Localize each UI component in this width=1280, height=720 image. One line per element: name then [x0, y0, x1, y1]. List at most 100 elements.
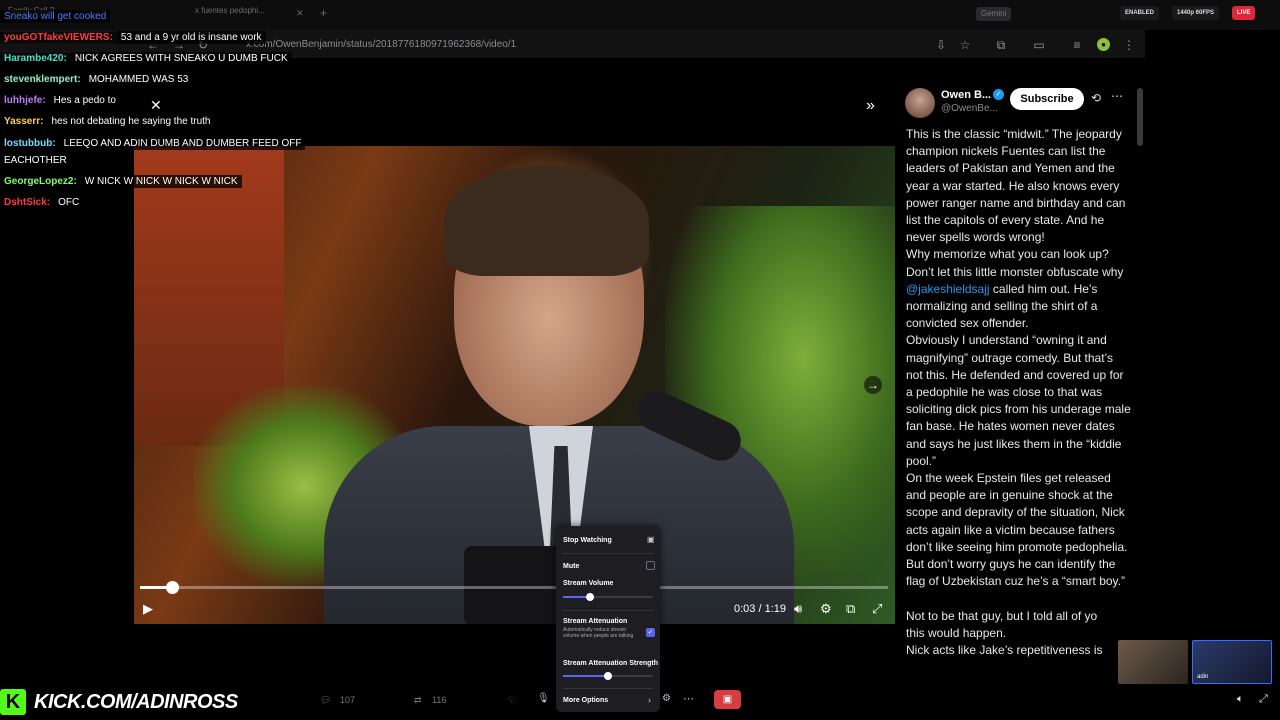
chat-username[interactable]: DshtSick:: [0, 197, 55, 208]
chat-message: GeorgeLopez2: W NICK W NICK W NICK W NICK: [0, 173, 242, 191]
browser-menu-icon[interactable]: ⋮: [1122, 38, 1136, 52]
stream-volume-knob[interactable]: [586, 593, 594, 601]
chat-message-text: 53 and a 9 yr old is insane work: [116, 31, 266, 44]
bookmark-star-icon[interactable]: ☆: [958, 38, 972, 52]
speaker-icon[interactable]: 🔈︎: [1237, 693, 1244, 706]
stream-attenuation-description: Automatically reduce stream volume when …: [563, 627, 634, 639]
chat-username[interactable]: stevenklempert:: [0, 74, 85, 85]
stream-context-menu: Stop Watching ▣ Mute Stream Volume Strea…: [556, 526, 660, 712]
stop-stream-icon: ▣: [647, 535, 655, 544]
chevron-right-icon: ›: [648, 695, 651, 705]
webcam-label: adin: [1197, 674, 1209, 680]
more-icon[interactable]: ⋯: [683, 692, 694, 705]
chat-username[interactable]: Yasserr:: [0, 116, 48, 127]
extensions-icon[interactable]: ⧉: [994, 38, 1008, 52]
chat-message-text: Sneako will get cooked: [0, 10, 111, 23]
chat-message: youGOTfakeVIEWERS: 53 and a 9 yr old is i…: [0, 29, 266, 47]
cast-icon[interactable]: ▭: [1032, 38, 1046, 52]
end-stream-button[interactable]: ▣: [714, 690, 741, 709]
repost-count: 116: [432, 695, 447, 705]
mention-link[interactable]: @jakeshieldsajj: [906, 282, 990, 296]
chat-message-text: hes not debating he saying the truth: [47, 115, 215, 128]
verified-badge-icon: ✓: [993, 89, 1004, 100]
chat-message: DshtSick: OFC: [0, 194, 84, 212]
chat-username[interactable]: Harambe420:: [0, 53, 71, 64]
attenuation-strength-knob[interactable]: [604, 672, 612, 680]
mute-checkbox[interactable]: [646, 561, 655, 570]
install-app-icon[interactable]: ⇩: [934, 38, 948, 52]
webcam-thumbnail-1[interactable]: [1118, 640, 1188, 684]
stop-watching-item[interactable]: Stop Watching: [563, 537, 612, 544]
kick-url-text: KICK.COM/ADINROSS: [30, 690, 242, 714]
more-options-item[interactable]: More Options: [563, 697, 608, 704]
chat-message-text: LEEQO AND ADIN DUMB AND DUMBER FEED OFF: [59, 137, 306, 150]
webcam-thumbnail-2[interactable]: adin: [1192, 640, 1272, 684]
tweet-panel: Owen B... ✓ @OwenBe... Subscribe ⟲ ⋯ Thi…: [895, 86, 1145, 720]
media-control-icon[interactable]: ≡: [1070, 38, 1084, 52]
chat-message-text: W NICK W NICK W NICK W NICK: [80, 175, 242, 188]
expand-sidebar-icon[interactable]: »: [866, 97, 875, 115]
chat-message-text: EACHOTHER: [0, 154, 71, 167]
grok-icon[interactable]: ⟲: [1091, 91, 1101, 105]
volume-icon[interactable]: 🔊︎: [794, 601, 802, 617]
mug: [464, 546, 564, 624]
chat-message-text: MOHAMMED WAS 53: [84, 73, 193, 86]
fullscreen-icon[interactable]: ⤢: [872, 601, 882, 617]
close-tab-icon[interactable]: ✕: [296, 8, 304, 19]
status-quality-badge: 1440p 60FPS: [1172, 6, 1220, 20]
tweet-text: This is the classic “midwit.” The jeopar…: [906, 127, 1131, 658]
video-time: 0:03 / 1:19: [734, 603, 786, 615]
chat-message: stevenklempert: MOHAMMED WAS 53: [0, 71, 193, 89]
chat-message-text: Hes a pedo to: [49, 94, 120, 107]
attenuation-strength-label: Stream Attenuation Strength: [563, 660, 659, 667]
author-avatar[interactable]: [905, 88, 935, 118]
stream-attenuation-item[interactable]: Stream Attenuation: [563, 618, 627, 625]
attenuation-strength-slider[interactable]: [563, 672, 653, 680]
stream-volume-slider[interactable]: [563, 593, 653, 601]
chat-message: luhhjefe: Hes a pedo to: [0, 92, 120, 110]
status-enabled-badge: ENABLED: [1120, 6, 1160, 20]
stream-volume-label: Stream Volume: [563, 580, 614, 587]
subscribe-button[interactable]: Subscribe: [1010, 88, 1084, 110]
page-scrollbar[interactable]: [1137, 88, 1143, 146]
browser-tab-active[interactable]: x fuentes pedophi...: [195, 6, 265, 24]
profile-avatar-icon[interactable]: ●: [1097, 38, 1110, 51]
url-field[interactable]: x.com/OwenBenjamin/status/20187761809719…: [246, 39, 516, 50]
browser-tab-bar: Family Call 2 x fuentes pedophi... ✕ + G…: [0, 0, 1280, 30]
chat-username[interactable]: lostubbub:: [0, 138, 60, 149]
more-icon[interactable]: ⋯: [1111, 89, 1123, 103]
reply-icon[interactable]: 💬︎: [320, 695, 331, 706]
chat-message: Harambe420: NICK AGREES WITH SNEAKO U DUM…: [0, 50, 292, 68]
reply-count: 107: [340, 695, 356, 705]
gemini-button[interactable]: Gemini: [976, 7, 1012, 21]
video-progress-bar[interactable]: [140, 581, 888, 594]
author-handle[interactable]: @OwenBe...: [941, 103, 998, 114]
microphone-icon[interactable]: 🎙︎: [537, 693, 550, 704]
mute-item[interactable]: Mute: [563, 563, 579, 570]
pip-icon[interactable]: ⧉: [846, 601, 855, 617]
next-media-icon[interactable]: →: [864, 376, 882, 394]
chat-message-text: NICK AGREES WITH SNEAKO U DUMB FUCK: [70, 52, 292, 65]
video-player[interactable]: [134, 146, 895, 624]
kick-banner: K KICK.COM/ADINROSS: [0, 688, 242, 716]
chat-username[interactable]: youGOTfakeVIEWERS:: [0, 32, 117, 43]
close-media-icon[interactable]: ✕: [150, 97, 162, 114]
play-icon[interactable]: ▶: [143, 601, 153, 617]
chat-username[interactable]: luhhjefe:: [0, 95, 50, 106]
kick-logo: K: [0, 689, 26, 715]
author-name[interactable]: Owen B...: [941, 89, 991, 101]
stream-attenuation-checkbox[interactable]: ✓: [646, 628, 655, 637]
chat-message: lostubbub: LEEQO AND ADIN DUMB AND DUMBER…: [0, 135, 306, 153]
chat-message-text: OFC: [54, 196, 84, 209]
settings-gear-icon[interactable]: ⚙: [820, 601, 832, 617]
chat-message: Yasserr: hes not debating he saying the t…: [0, 113, 215, 131]
repost-icon[interactable]: ⇄: [414, 695, 422, 706]
chat-message: EACHOTHER: [0, 152, 71, 170]
gear-icon[interactable]: ⚙: [662, 693, 671, 704]
fullscreen-icon[interactable]: ⤢: [1259, 693, 1268, 706]
live-badge: LIVE: [1232, 6, 1256, 20]
new-tab-icon[interactable]: +: [320, 6, 327, 20]
chat-message: Sneako will get cooked: [0, 8, 111, 26]
chat-username[interactable]: GeorgeLopez2:: [0, 176, 81, 187]
like-icon[interactable]: ♡: [508, 695, 516, 706]
